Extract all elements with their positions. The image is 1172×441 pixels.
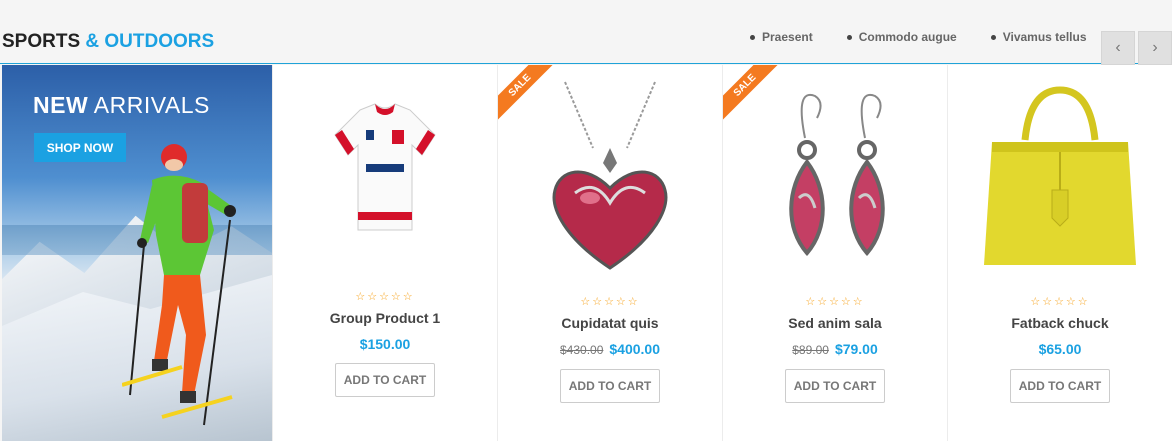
chevron-left-icon: ‹	[1115, 39, 1121, 56]
section-header: SPORTS & OUTDOORS Praesent Commodo augue…	[0, 0, 1172, 65]
product-price: $89.00 $79.00	[792, 341, 878, 357]
product-carousel: NEW ARRIVALS SHOP NOW ☆☆☆☆☆ Group Produc…	[2, 65, 1172, 441]
category-tabs: Praesent Commodo augue Vivamus tellus	[750, 30, 1121, 44]
tab-praesent[interactable]: Praesent	[750, 30, 813, 44]
skier-illustration	[122, 144, 236, 426]
carousel-next-button[interactable]: ›	[1138, 31, 1172, 65]
shop-now-button[interactable]: SHOP NOW	[34, 133, 126, 162]
rating-stars: ☆☆☆☆☆	[805, 296, 865, 308]
bullet-icon	[990, 34, 996, 40]
tab-label: Commodo augue	[858, 30, 957, 44]
product-price: $150.00	[359, 336, 411, 352]
tab-label: Vivamus tellus	[1002, 30, 1087, 44]
tab-label: Praesent	[762, 30, 813, 44]
add-to-cart-button[interactable]: ADD TO CART	[560, 369, 660, 403]
chevron-right-icon: ›	[1152, 39, 1158, 56]
product-price: $430.00 $400.00	[560, 341, 660, 357]
bullet-icon	[750, 34, 755, 40]
product-card[interactable]: ☆☆☆☆☆ Fatback chuck $65.00 ADD TO CART	[947, 65, 1172, 441]
rating-stars: ☆☆☆☆☆	[355, 291, 415, 303]
add-to-cart-button[interactable]: ADD TO CART	[1010, 369, 1110, 403]
old-price: $430.00	[560, 343, 604, 357]
old-price: $89.00	[792, 343, 829, 357]
product-price: $65.00	[1038, 341, 1082, 357]
section-title-main: SPORTS	[2, 31, 81, 52]
add-to-cart-button[interactable]: ADD TO CART	[785, 369, 885, 403]
rating-stars: ☆☆☆☆☆	[580, 296, 640, 308]
section-title-accent: & OUTDOORS	[85, 31, 215, 52]
handbag-image	[984, 86, 1136, 265]
banner-heading: NEW ARRIVALS	[33, 92, 210, 118]
promo-banner[interactable]: NEW ARRIVALS SHOP NOW	[2, 65, 272, 441]
product-image[interactable]	[948, 75, 1172, 275]
tab-vivamus-tellus[interactable]: Vivamus tellus	[990, 30, 1087, 44]
add-to-cart-button[interactable]: ADD TO CART	[335, 363, 435, 397]
product-image[interactable]	[723, 75, 947, 275]
product-card[interactable]: ☆☆☆☆☆ Group Product 1 $150.00 ADD TO CAR…	[272, 65, 497, 441]
jersey-image	[334, 103, 436, 231]
product-name[interactable]: Sed anim sala	[723, 315, 947, 331]
product-card[interactable]: SALE ☆☆☆☆☆ Cupidatat quis $430.00 $400.00…	[497, 65, 722, 441]
product-image[interactable]	[273, 85, 497, 255]
section-title: SPORTS & OUTDOORS	[2, 31, 214, 53]
product-card[interactable]: SALE ☆☆☆☆☆ Sed anim sala $89.00 $79.00 AD…	[722, 65, 947, 441]
bullet-icon	[846, 34, 852, 40]
product-name[interactable]: Fatback chuck	[948, 315, 1172, 331]
heart-pendant-image	[552, 81, 668, 270]
product-name[interactable]: Group Product 1	[273, 310, 497, 326]
product-image[interactable]	[498, 75, 722, 275]
carousel-prev-button[interactable]: ‹	[1101, 31, 1135, 65]
rating-stars: ☆☆☆☆☆	[1030, 296, 1090, 308]
tab-commodo-augue[interactable]: Commodo augue	[846, 30, 957, 44]
earrings-image	[789, 93, 885, 256]
product-name[interactable]: Cupidatat quis	[498, 315, 722, 331]
